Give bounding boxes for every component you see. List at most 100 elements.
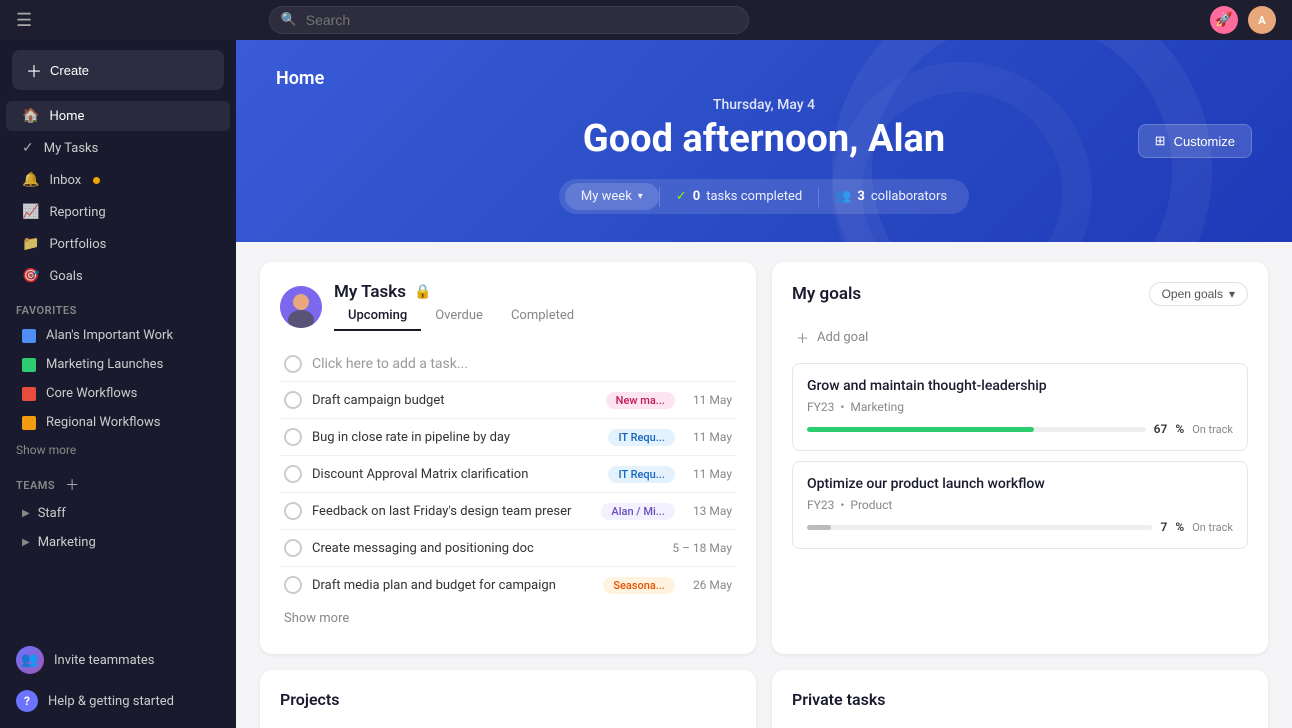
hero-greeting: Good afternoon, Alan xyxy=(276,117,1252,161)
add-team-button[interactable]: ＋ xyxy=(65,475,79,495)
task-name-1: Bug in close rate in pipeline by day xyxy=(312,430,598,445)
my-tasks-title-text: My Tasks xyxy=(334,282,406,302)
sidebar-item-goals[interactable]: 🎯 Goals xyxy=(6,261,230,291)
task-date-2: 11 May xyxy=(693,467,732,481)
main-wrapper: Home Thursday, May 4 Good afternoon, Ala… xyxy=(236,40,1292,728)
goals-title: My goals xyxy=(792,284,861,304)
task-tag-5[interactable]: Seasona... xyxy=(603,577,675,594)
my-week-stat[interactable]: My week ▾ xyxy=(565,183,659,210)
goal-progress-1: 7% On track xyxy=(807,520,1233,534)
page-title: Home xyxy=(276,68,1252,89)
my-week-chevron: ▾ xyxy=(638,191,643,202)
team-marketing[interactable]: ▶ Marketing xyxy=(6,529,230,556)
task-row-5: Draft media plan and budget for campaign… xyxy=(280,566,736,603)
progress-fill-1 xyxy=(807,525,831,530)
add-task-row[interactable]: Click here to add a task... xyxy=(280,347,736,381)
my-tasks-card-title: My Tasks 🔒 xyxy=(334,282,588,302)
show-more-favorites[interactable]: Show more xyxy=(0,437,236,463)
customize-button[interactable]: ⊞ Customize xyxy=(1138,124,1252,158)
favorite-marketing-launches[interactable]: Marketing Launches xyxy=(6,351,230,378)
goal-meta-1: FY23 • Product xyxy=(807,498,1233,512)
tab-overdue[interactable]: Overdue xyxy=(421,302,497,331)
hero-date: Thursday, May 4 xyxy=(276,97,1252,113)
add-goal-plus: ＋ xyxy=(796,328,809,347)
task-tag-0[interactable]: New ma... xyxy=(606,392,675,409)
fav-label-alans-work: Alan's Important Work xyxy=(46,328,173,343)
invite-teammates-button[interactable]: 👥 Invite teammates xyxy=(0,638,236,682)
task-tag-1[interactable]: IT Requ... xyxy=(608,429,674,446)
task-name-0: Draft campaign budget xyxy=(312,393,596,408)
sidebar: ＋ Create 🏠 Home ✓ My Tasks 🔔 Inbox 📈 Rep… xyxy=(0,40,236,728)
tab-completed[interactable]: Completed xyxy=(497,302,588,331)
sidebar-item-portfolios[interactable]: 📁 Portfolios xyxy=(6,229,230,259)
favorite-regional-workflows[interactable]: Regional Workflows xyxy=(6,409,230,436)
task-check-2[interactable] xyxy=(284,465,302,483)
my-tasks-tabs: Upcoming Overdue Completed xyxy=(334,302,588,331)
favorite-core-workflows[interactable]: Core Workflows xyxy=(6,380,230,407)
tab-upcoming[interactable]: Upcoming xyxy=(334,302,421,331)
sidebar-label-inbox: Inbox xyxy=(49,173,81,188)
search-container: 🔍 xyxy=(269,6,749,34)
teams-section-header: Teams ＋ xyxy=(0,463,236,499)
task-tag-3[interactable]: Alan / Mi... xyxy=(601,503,675,520)
create-button[interactable]: ＋ Create xyxy=(12,50,224,90)
sidebar-item-reporting[interactable]: 📈 Reporting xyxy=(6,197,230,227)
hero-section: Home Thursday, May 4 Good afternoon, Ala… xyxy=(236,40,1292,242)
topbar-right: 🚀 A xyxy=(1210,6,1276,34)
task-name-4: Create messaging and positioning doc xyxy=(312,541,654,556)
task-check-0[interactable] xyxy=(284,391,302,409)
add-goal-row[interactable]: ＋ Add goal xyxy=(792,320,1248,355)
task-name-5: Draft media plan and budget for campaign xyxy=(312,578,593,593)
user-avatar-card xyxy=(280,286,322,328)
avatar-image xyxy=(280,286,322,328)
sidebar-item-inbox[interactable]: 🔔 Inbox xyxy=(6,165,230,195)
show-more-tasks-button[interactable]: Show more xyxy=(280,603,353,634)
sidebar-label-reporting: Reporting xyxy=(49,205,105,220)
goal-category-1: Product xyxy=(850,498,892,512)
sidebar-item-home[interactable]: 🏠 Home xyxy=(6,101,230,131)
task-row-0: Draft campaign budget New ma... 11 May xyxy=(280,381,736,418)
bell-icon: 🔔 xyxy=(22,172,39,188)
fav-label-core-workflows: Core Workflows xyxy=(46,386,137,401)
goal-category-0: Marketing xyxy=(850,400,904,414)
task-date-3: 13 May xyxy=(693,504,732,518)
tab-completed-label: Completed xyxy=(511,308,574,323)
goal-progress-0: 67% On track xyxy=(807,422,1233,436)
plus-icon: ＋ xyxy=(26,58,42,82)
task-check-1[interactable] xyxy=(284,428,302,446)
add-task-placeholder: Click here to add a task... xyxy=(312,356,468,372)
collaborators-count: 3 xyxy=(857,189,864,204)
fav-label-regional-workflows: Regional Workflows xyxy=(46,415,160,430)
task-tag-2[interactable]: IT Requ... xyxy=(608,466,674,483)
open-goals-chevron: ▾ xyxy=(1229,287,1235,301)
teams-label: Teams xyxy=(16,479,55,492)
task-check-5[interactable] xyxy=(284,576,302,594)
tasks-completed-stat[interactable]: ✓ 0 tasks completed xyxy=(660,183,818,210)
sidebar-item-my-tasks[interactable]: ✓ My Tasks xyxy=(6,133,230,163)
menu-button[interactable]: ☰ xyxy=(16,10,32,31)
team-staff[interactable]: ▶ Staff xyxy=(6,500,230,527)
rocket-icon-button[interactable]: 🚀 xyxy=(1210,6,1238,34)
help-button[interactable]: ? Help & getting started xyxy=(0,682,236,720)
projects-card: Projects xyxy=(260,670,756,728)
user-avatar[interactable]: A xyxy=(1248,6,1276,34)
my-tasks-header: My Tasks 🔒 Upcoming Overdue Complete xyxy=(280,282,736,331)
task-date-5: 26 May xyxy=(693,578,732,592)
search-input[interactable] xyxy=(269,6,749,34)
task-row-4: Create messaging and positioning doc 5 –… xyxy=(280,529,736,566)
task-check-4[interactable] xyxy=(284,539,302,557)
check-icon: ✓ xyxy=(676,189,687,204)
goal-title-1: Optimize our product launch workflow xyxy=(807,476,1233,492)
task-check-3[interactable] xyxy=(284,502,302,520)
task-name-2: Discount Approval Matrix clarification xyxy=(312,467,598,482)
team-marketing-label: Marketing xyxy=(38,535,96,550)
goal-period-1: FY23 xyxy=(807,498,834,512)
task-row-3: Feedback on last Friday's design team pr… xyxy=(280,492,736,529)
topbar: ☰ 🔍 🚀 A xyxy=(0,0,1292,40)
portfolios-icon: 📁 xyxy=(22,236,39,252)
search-icon: 🔍 xyxy=(281,13,297,28)
favorite-alans-work[interactable]: Alan's Important Work xyxy=(6,322,230,349)
collaborators-stat[interactable]: 👥 3 collaborators xyxy=(819,183,963,210)
open-goals-button[interactable]: Open goals ▾ xyxy=(1149,282,1248,306)
goal-row-1: Optimize our product launch workflow FY2… xyxy=(792,461,1248,549)
